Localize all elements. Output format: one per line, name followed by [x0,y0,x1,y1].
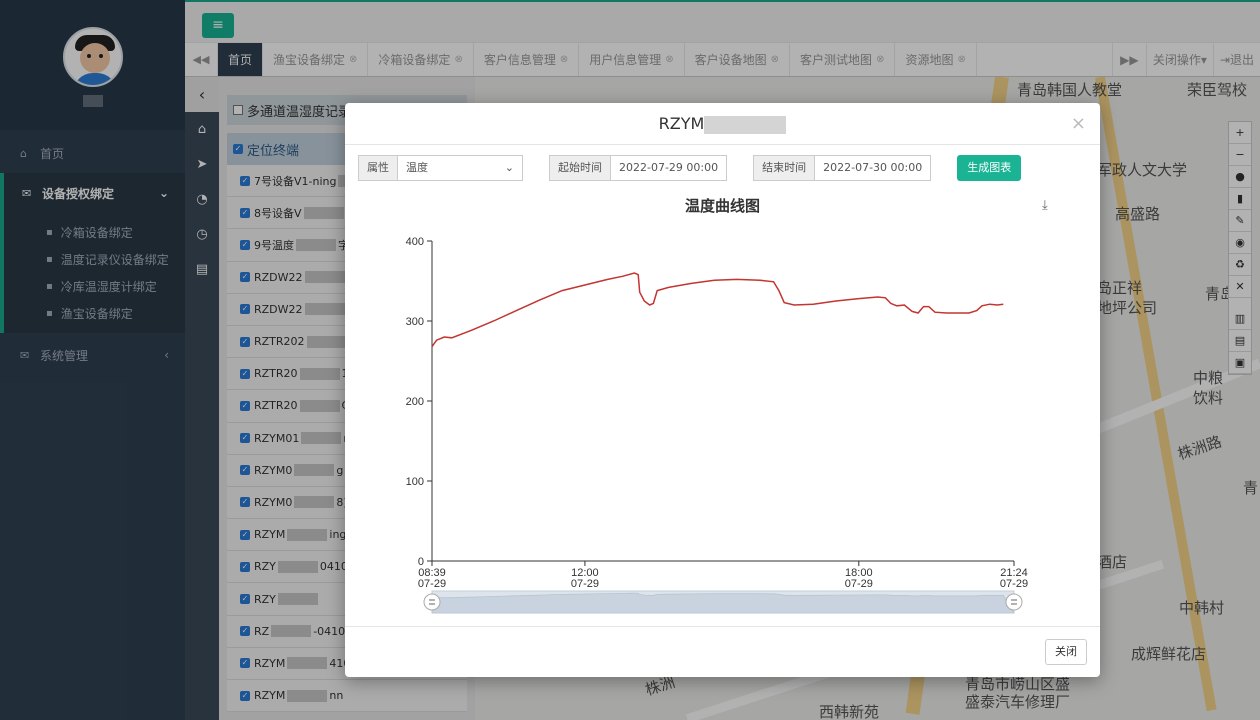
temperature-line-chart: 010020030040008:3907-2912:0007-2918:0007… [406,236,1028,614]
end-time-label: 结束时间 [753,155,816,181]
attribute-value: 温度 [406,161,428,174]
x-tick-date-label: 07-29 [1000,578,1028,590]
modal-footer: 关闭 [345,626,1100,677]
attribute-label: 属性 [358,155,398,181]
attribute-select[interactable]: 温度 ⌄ [398,155,523,181]
y-tick-label: 100 [406,476,424,488]
modal-title-text: RZYM [658,114,705,133]
x-tick-date-label: 07-29 [845,578,873,590]
zoom-handle-right[interactable] [1005,593,1023,611]
close-icon[interactable]: × [1071,113,1086,134]
chart-title: 温度曲线图 [684,197,760,215]
y-tick-label: 200 [406,396,424,408]
temperature-chart-modal: RZYM × 属性 温度 ⌄ 起始时间 2022-07-29 00:00 结束时间… [345,103,1100,677]
query-form: 属性 温度 ⌄ 起始时间 2022-07-29 00:00 结束时间 2022-0… [358,155,1022,181]
modal-title: RZYM [345,103,1100,145]
zoom-slider-preview [431,592,1015,614]
y-tick-label: 300 [406,316,424,328]
download-icon[interactable]: ⤓ [1042,198,1056,213]
x-tick-date-label: 07-29 [418,578,446,590]
zoom-handle-left[interactable] [423,593,441,611]
start-time-input[interactable]: 2022-07-29 00:00 [611,155,728,181]
redacted-device-id [704,115,787,134]
close-button[interactable]: 关闭 [1045,639,1087,665]
temperature-series-line [431,272,1004,348]
start-time-label: 起始时间 [549,155,611,181]
y-tick-label: 400 [406,236,424,248]
end-time-input[interactable]: 2022-07-30 00:00 [815,155,932,181]
chevron-down-icon: ⌄ [504,161,514,174]
x-tick-date-label: 07-29 [571,578,599,590]
generate-chart-button[interactable]: 生成图表 [957,155,1022,181]
